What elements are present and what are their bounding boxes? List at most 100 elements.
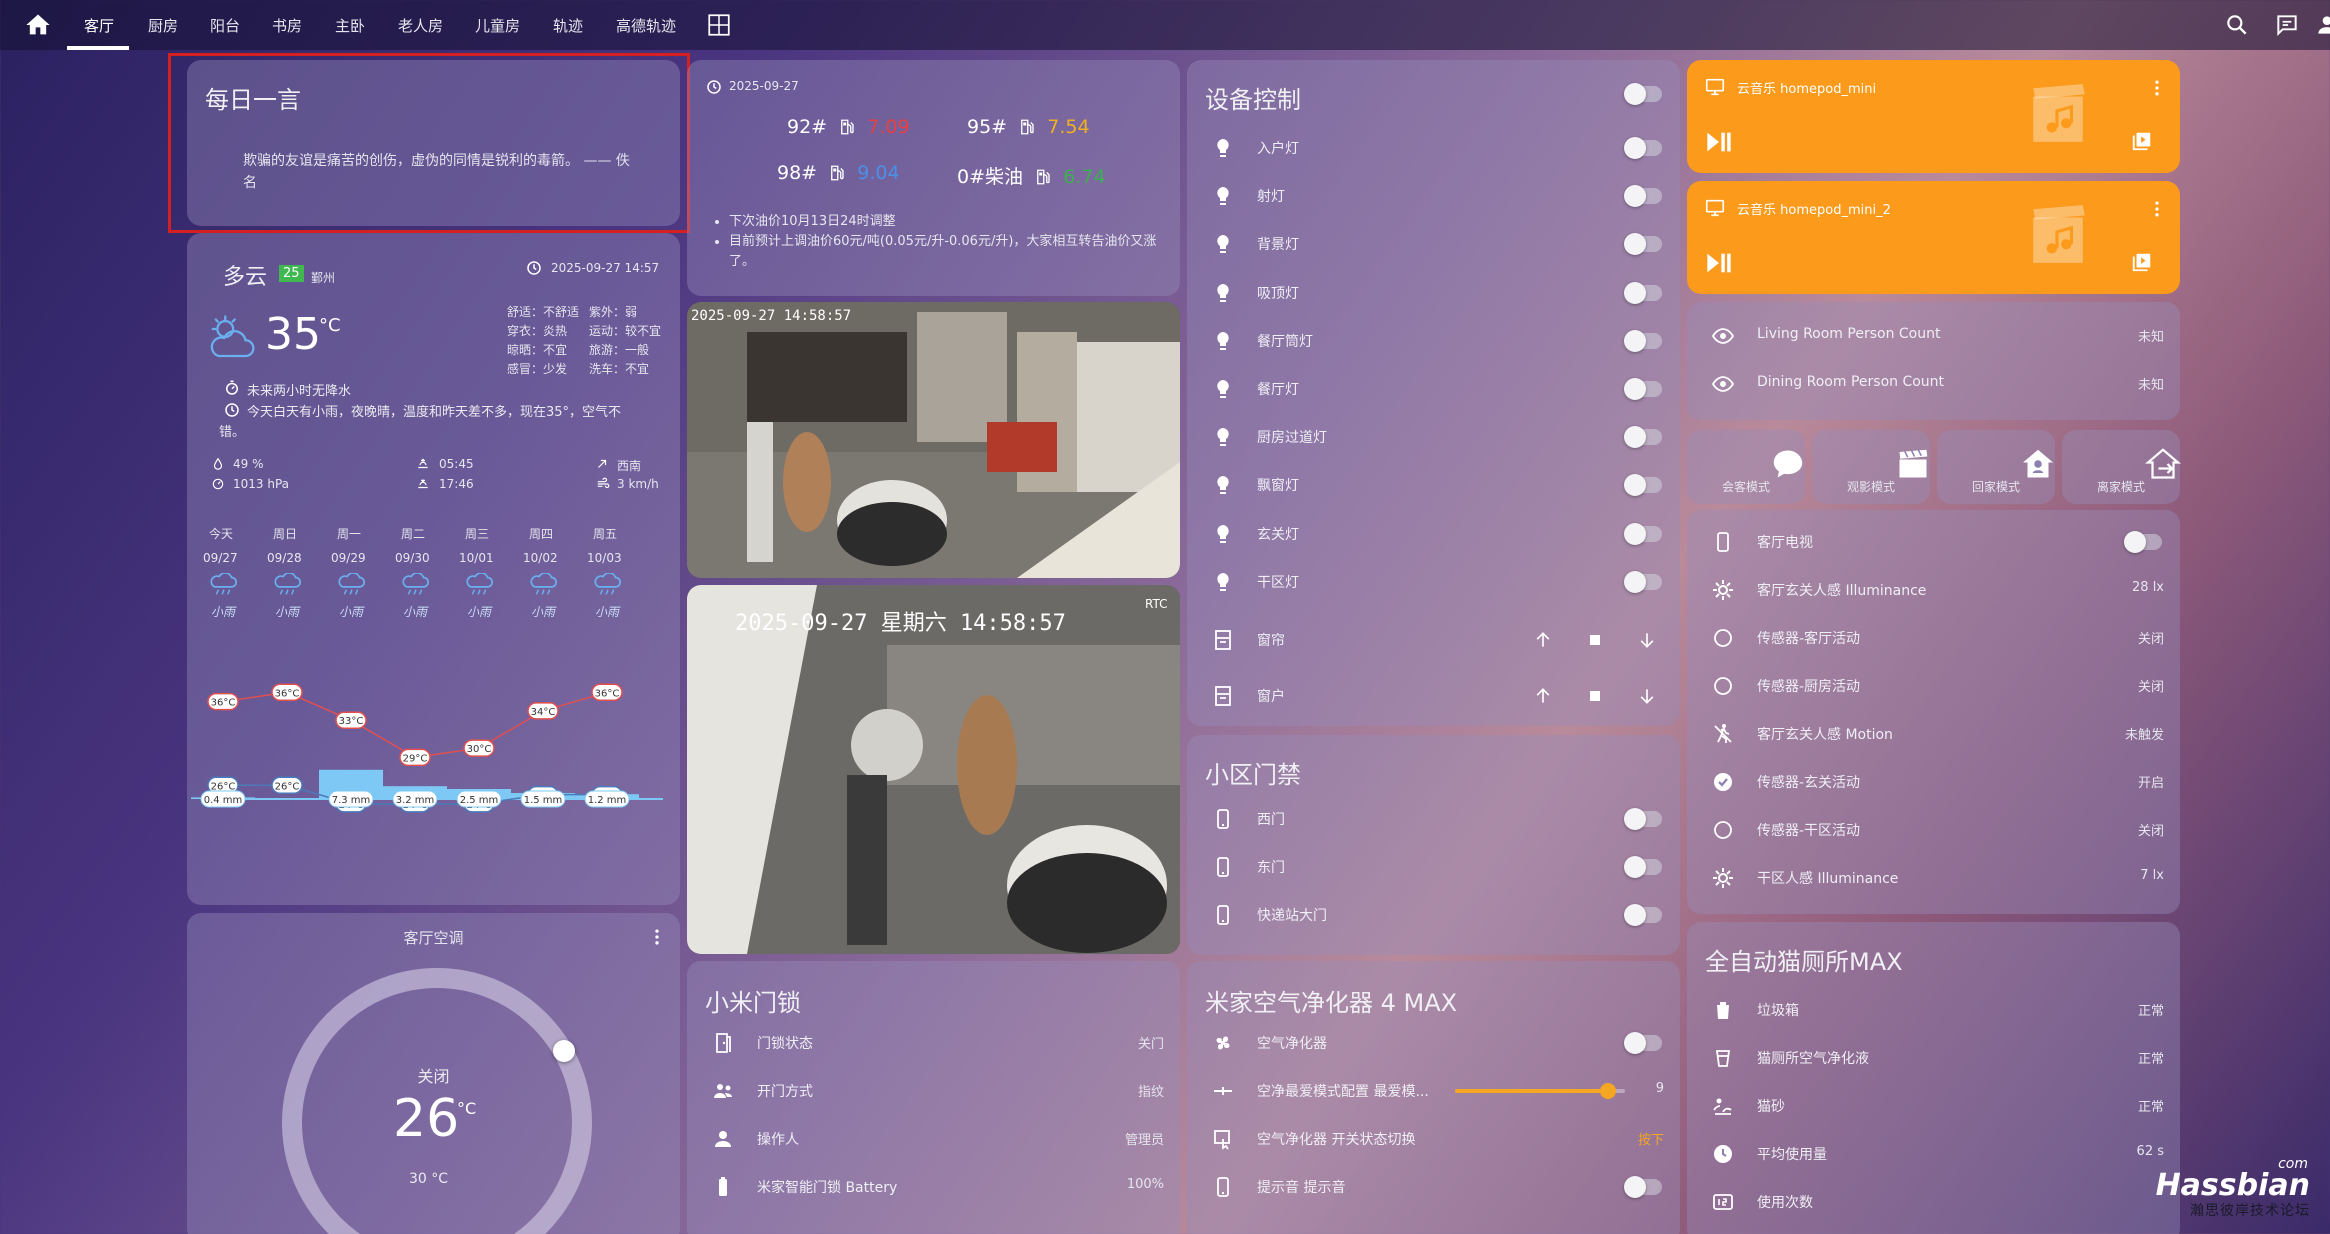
cover-row[interactable]: 窗帘 <box>1187 616 1680 664</box>
light-row[interactable]: 干区灯 <box>1187 558 1680 606</box>
light-row[interactable]: 射灯 <box>1187 172 1680 220</box>
toggle-switch[interactable] <box>1624 856 1662 878</box>
light-row[interactable]: 餐厅灯 <box>1187 365 1680 413</box>
purifier-row[interactable]: 空气净化器 <box>1187 1019 1680 1067</box>
play-pause-icon[interactable] <box>1703 249 1735 277</box>
svg-text:2.5 mm: 2.5 mm <box>460 795 499 806</box>
toggle-switch[interactable] <box>1624 233 1662 256</box>
index-drying: 晾晒：不宜 <box>507 343 568 357</box>
camera-2-tag: RTC <box>1145 597 1168 611</box>
light-row[interactable]: 背景灯 <box>1187 220 1680 268</box>
scene-button[interactable]: 离家模式 <box>2062 430 2181 504</box>
sensor-row[interactable]: 客厅电视 <box>1687 518 2180 566</box>
toggle-switch[interactable] <box>1624 474 1662 497</box>
scene-button[interactable]: 回家模式 <box>1937 430 2055 504</box>
purifier-row[interactable]: 空净最爱模式配置 最爱模... 9 <box>1187 1067 1680 1115</box>
phone-icon <box>1211 1175 1235 1199</box>
tab-living-room[interactable]: 客厅 <box>84 15 114 36</box>
forecast-day: 周三 <box>465 527 490 541</box>
more-menu-icon[interactable] <box>647 927 667 947</box>
light-row[interactable]: 飘窗灯 <box>1187 461 1680 509</box>
camera-feed-1[interactable]: 2025-09-27 14:58:57 <box>687 302 1180 578</box>
fuel-grade: 98# <box>777 162 818 184</box>
row-label: 传感器-客厅活动 <box>1757 631 1861 647</box>
fuel-price-value: 6.74 <box>1063 166 1106 188</box>
fuel-price-item: 98# 9.04 <box>777 162 900 188</box>
play-pause-icon[interactable] <box>1703 128 1735 156</box>
dashboard-grid-icon[interactable] <box>706 12 732 38</box>
scene-button[interactable]: 观影模式 <box>1812 430 1930 504</box>
rain-forecast-note: 未来两小时无降水 <box>247 384 352 399</box>
tab-track[interactable]: 轨迹 <box>553 15 583 36</box>
toggle-switch[interactable] <box>1624 281 1662 304</box>
toggle-switch[interactable] <box>1624 426 1662 449</box>
device-control-master-toggle[interactable] <box>1624 83 1662 105</box>
assist-chat-icon[interactable] <box>2274 12 2300 38</box>
toggle-switch[interactable] <box>1624 137 1662 159</box>
purifier-row[interactable]: 提示音 提示音 <box>1187 1163 1680 1211</box>
camera-feed-2[interactable]: 2025-09-27 星期六 14:58:57 RTC <box>687 585 1180 954</box>
purifier-row[interactable]: 空气净化器 开关状态切换 按下 <box>1187 1115 1680 1163</box>
thermostat-handle[interactable] <box>553 1040 575 1062</box>
light-row[interactable]: 玄关灯 <box>1187 510 1680 558</box>
tab-kitchen[interactable]: 厨房 <box>148 15 178 36</box>
media-browse-icon[interactable] <box>2131 251 2153 273</box>
toggle-switch[interactable] <box>2124 531 2162 553</box>
tab-study[interactable]: 书房 <box>272 15 302 36</box>
tab-kids-room[interactable]: 儿童房 <box>475 15 520 36</box>
toggle-switch[interactable] <box>1624 1176 1662 1198</box>
cover-row[interactable]: 窗户 <box>1187 672 1680 720</box>
gate-title: 小区门禁 <box>1205 761 1301 789</box>
check-icon <box>1711 770 1735 794</box>
gate-row[interactable]: 东门 <box>1187 843 1680 891</box>
tab-master-bedroom[interactable]: 主卧 <box>335 15 365 36</box>
toggle-switch[interactable] <box>1624 185 1662 208</box>
gate-row[interactable]: 快递站大门 <box>1187 891 1680 939</box>
forecast-day: 周一 <box>337 527 362 541</box>
more-vertical-icon[interactable] <box>2147 78 2167 98</box>
camera-2-image <box>687 585 1180 954</box>
media-browse-icon[interactable] <box>2131 130 2153 152</box>
user-icon[interactable] <box>2314 12 2330 38</box>
search-icon[interactable] <box>2224 12 2250 38</box>
row-value: 未知 <box>2137 330 2164 345</box>
home-icon[interactable] <box>24 11 52 39</box>
low-temp-label: 26°C <box>271 776 303 795</box>
stop-button-icon[interactable] <box>1585 686 1605 706</box>
tab-amap-track[interactable]: 高德轨迹 <box>616 15 676 36</box>
light-row[interactable]: 餐厅筒灯 <box>1187 317 1680 365</box>
index-comfort: 舒适：不舒适 <box>507 305 580 319</box>
stop-button-icon[interactable] <box>1585 630 1605 650</box>
more-vertical-icon[interactable] <box>2147 199 2167 219</box>
forecast-date: 10/01 <box>459 551 494 565</box>
toggle-switch[interactable] <box>1624 1032 1662 1054</box>
toggle-switch[interactable] <box>1624 329 1662 352</box>
tab-balcony[interactable]: 阳台 <box>210 15 240 36</box>
light-row[interactable]: 入户灯 <box>1187 124 1680 172</box>
favorite-level-slider[interactable] <box>1455 1083 1625 1099</box>
sunrise-icon <box>418 458 428 469</box>
row-label: 传感器-厨房活动 <box>1757 679 1861 695</box>
fuel-notes: 下次油价10月13日24时调整 目前预计上调油价60元/吨(0.05元/升-0.… <box>729 212 1159 272</box>
scene-button[interactable]: 会客模式 <box>1687 430 1805 504</box>
forecast-date: 10/02 <box>523 551 558 565</box>
light-row[interactable]: 厨房过道灯 <box>1187 413 1680 461</box>
forecast-day: 周日 <box>273 527 298 541</box>
gate-row[interactable]: 西门 <box>1187 795 1680 843</box>
toggle-switch[interactable] <box>1624 808 1662 830</box>
ac-state: 关闭 <box>417 1067 450 1086</box>
toggle-switch[interactable] <box>1624 904 1662 926</box>
forecast-date: 10/03 <box>587 551 622 565</box>
row-label: 窗帘 <box>1257 633 1285 649</box>
arrow-down-button-icon[interactable] <box>1637 686 1657 706</box>
arrow-up-button-icon[interactable] <box>1533 686 1553 706</box>
arrow-up-button-icon[interactable] <box>1533 630 1553 650</box>
tab-elder-room[interactable]: 老人房 <box>398 15 443 36</box>
toggle-switch[interactable] <box>1624 378 1662 400</box>
light-row[interactable]: 吸顶灯 <box>1187 269 1680 317</box>
forecast-condition: 小雨 <box>531 605 556 619</box>
row-label: 干区人感 Illuminance <box>1757 871 1899 887</box>
toggle-switch[interactable] <box>1624 570 1662 593</box>
arrow-down-button-icon[interactable] <box>1637 630 1657 650</box>
toggle-switch[interactable] <box>1624 522 1662 545</box>
